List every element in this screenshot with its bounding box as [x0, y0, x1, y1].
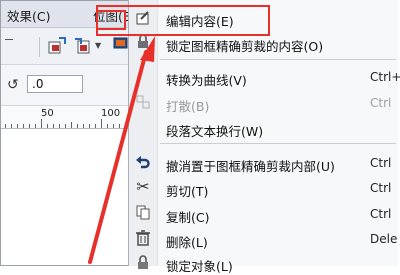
ruler-tick	[5, 124, 6, 128]
ruler-tick	[119, 124, 120, 128]
shortcut-cut: Ctrl	[370, 181, 392, 195]
ruler-tick	[77, 124, 78, 128]
break-apart-icon	[134, 93, 152, 111]
copy-icon	[134, 203, 152, 221]
chevron-down-icon[interactable]: ▼	[95, 41, 101, 50]
ruler-tick	[29, 124, 30, 128]
ruler-tick	[65, 124, 66, 128]
ruler-tick	[95, 124, 96, 128]
menu-item-wrap-paragraph-text[interactable]: 段落文本换行(W)	[166, 121, 263, 140]
ruler-tick	[23, 124, 24, 128]
menu-item-extract-contents[interactable]: 撤消置于图框精确剪裁内部(U)	[166, 156, 335, 175]
shortcut-break-apart: Ctrl	[370, 96, 392, 110]
drawing-canvas[interactable]	[1, 129, 129, 265]
ruler-tick	[47, 124, 48, 128]
highlight-box-edit-contents	[96, 5, 270, 36]
menu-item-lock-contents[interactable]: 锁定图框精确剪裁的内容(O)	[166, 36, 323, 55]
ruler-tick	[125, 124, 126, 128]
rotation-angle-input[interactable]: .0	[27, 75, 83, 93]
menu-separator	[160, 59, 396, 60]
shortcut-convert-to-curves: Ctrl+	[370, 70, 400, 84]
ruler-label-50: 50	[41, 108, 54, 119]
ruler-label-100: 100	[101, 108, 121, 119]
horizontal-ruler[interactable]: 50 100	[1, 106, 129, 129]
ruler-tick	[71, 122, 72, 128]
ruler-tick	[113, 124, 114, 128]
ruler-tick	[17, 124, 18, 128]
menu-separator	[160, 143, 396, 144]
ruler-tick	[83, 124, 84, 128]
property-bar: ↺ .0	[1, 65, 129, 106]
trash-icon	[134, 229, 152, 247]
menu-effects[interactable]: 效果(C)	[7, 6, 50, 25]
shortcut-delete: Dele	[370, 232, 398, 246]
menu-item-convert-to-curves[interactable]: 转换为曲线(V)	[166, 70, 247, 89]
shortcut-copy: Ctrl	[370, 207, 392, 221]
menu-item-copy[interactable]: 复制(C)	[166, 207, 209, 226]
ruler-tick	[35, 124, 36, 128]
ruler-tick	[59, 124, 60, 128]
ruler-tick	[11, 124, 12, 128]
undo-icon	[134, 152, 152, 170]
rotate-icon: ↺	[7, 77, 19, 93]
ruler-tick	[101, 119, 102, 128]
ruler-tick	[41, 119, 42, 128]
menu-item-break-apart: 打散(B)	[166, 99, 210, 114]
menu-item-lock-object[interactable]: 锁定对象(L)	[166, 256, 233, 275]
scissors-icon: ✂	[136, 176, 150, 196]
export-icon[interactable]	[73, 37, 93, 55]
toolbar-separator	[39, 37, 40, 57]
toolbar-dash	[5, 39, 13, 40]
ruler-tick	[53, 124, 54, 128]
menu-item-delete[interactable]: 删除(L)	[166, 232, 208, 251]
lock-object-icon	[134, 253, 152, 271]
application-launcher-icon[interactable]	[113, 36, 129, 54]
menu-item-cut[interactable]: 剪切(T)	[166, 181, 208, 200]
ruler-tick	[107, 124, 108, 128]
ruler-tick	[89, 124, 90, 128]
import-icon[interactable]	[47, 37, 67, 55]
shortcut-extract-contents: Ctrl	[370, 156, 392, 170]
